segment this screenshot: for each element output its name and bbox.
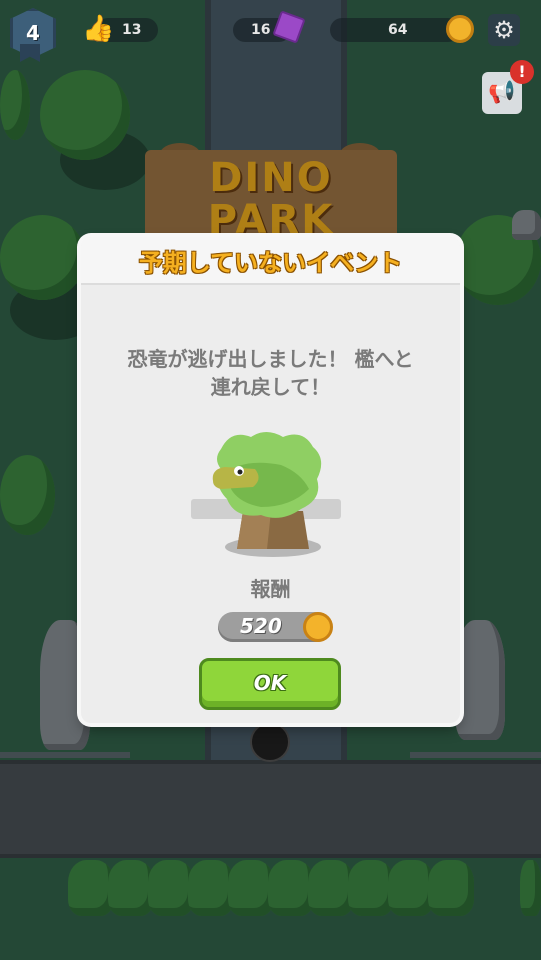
- gear-icon: ⚙: [493, 16, 515, 44]
- megaphone-icon: 📢: [488, 80, 516, 105]
- settings-button[interactable]: ⚙: [488, 14, 520, 46]
- reward-label: 報酬: [250, 577, 291, 601]
- camouflaged-dinosaur-tree-icon: [191, 432, 341, 557]
- gold-coin-icon: [303, 612, 333, 642]
- dialog-header: 予期していないイベント: [81, 237, 460, 285]
- coins-counter[interactable]: 64: [330, 18, 460, 42]
- reward-value: 520: [240, 614, 282, 638]
- coins-value: 64: [388, 22, 408, 38]
- alert-badge: !: [510, 60, 534, 84]
- gold-coin-icon: [446, 15, 474, 43]
- thumbs-up-icon: 👍: [82, 14, 115, 44]
- likes-value: 13: [122, 22, 142, 38]
- unexpected-event-dialog: 予期していないイベント 恐竜が逃げ出しました！ 檻へと 連れ戻して！ 報酬 52…: [81, 237, 460, 723]
- dialog-message: 恐竜が逃げ出しました！ 檻へと 連れ戻して！: [127, 347, 414, 399]
- dialog-title: 予期していないイベント: [138, 249, 403, 277]
- ok-button-label: OK: [253, 671, 287, 695]
- level-number: 4: [26, 21, 40, 45]
- gems-value: 16: [251, 22, 271, 38]
- ok-button[interactable]: OK: [199, 658, 341, 710]
